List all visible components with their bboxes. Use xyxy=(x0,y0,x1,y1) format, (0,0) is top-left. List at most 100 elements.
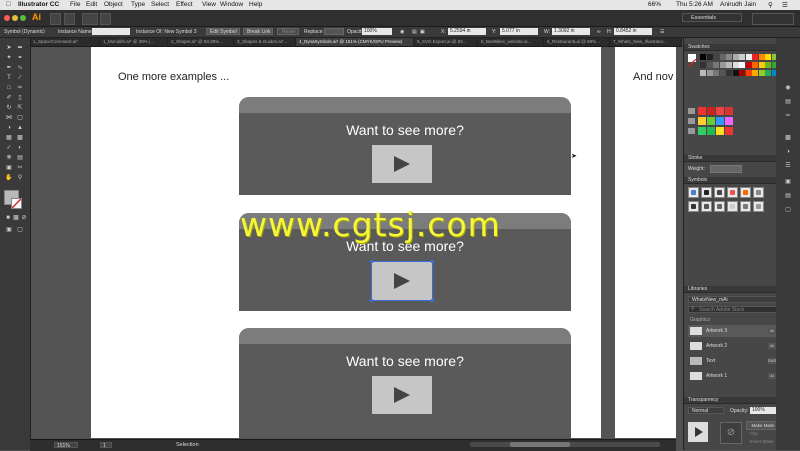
color-swatch[interactable] xyxy=(752,70,758,76)
transparency-opacity-field[interactable]: 100% xyxy=(750,407,776,414)
zoom-window-button[interactable] xyxy=(20,15,26,21)
artboard-tool-icon[interactable]: ▣ xyxy=(5,164,13,172)
color-swatch[interactable] xyxy=(716,127,724,135)
type-tool-icon[interactable]: T xyxy=(5,74,13,82)
color-swatch[interactable] xyxy=(726,54,732,60)
scrollbar-thumb[interactable] xyxy=(510,442,570,447)
h-field[interactable]: 0.8452 in xyxy=(614,28,652,35)
symbol-thumbnail[interactable] xyxy=(740,187,751,198)
color-swatch[interactable] xyxy=(765,70,771,76)
color-swatch[interactable] xyxy=(726,62,732,68)
selection-handle[interactable] xyxy=(431,299,434,302)
tab-dynasymbols[interactable]: 4_DynaSymbols.ai* @ 151% (CMYK/GPU Previ… xyxy=(296,38,414,46)
close-window-button[interactable] xyxy=(4,15,10,21)
color-swatch[interactable] xyxy=(745,54,752,60)
color-guide-icon[interactable]: ▤ xyxy=(784,98,792,106)
gradient-tool-icon[interactable]: ▩ xyxy=(16,134,24,142)
make-mask-button[interactable]: Make Mask xyxy=(746,421,780,430)
transform-icon[interactable]: ▣ xyxy=(420,29,425,35)
w-field[interactable]: 1.3092 in xyxy=(552,28,590,35)
free-transform-icon[interactable]: ▢ xyxy=(16,114,24,122)
menu-window[interactable]: Window xyxy=(220,1,243,8)
symbol-thumbnail[interactable] xyxy=(753,187,764,198)
library-item[interactable]: Artwork 1 Ai xyxy=(688,370,776,382)
more-options-icon[interactable]: ☰ xyxy=(660,29,664,35)
stroke-panel-header[interactable]: Stroke xyxy=(684,155,784,162)
color-swatch[interactable] xyxy=(739,70,745,76)
notifications-icon[interactable]: ☰ xyxy=(782,1,788,9)
gradient-panel-icon[interactable]: ▩ xyxy=(784,134,792,142)
line-tool-icon[interactable]: ∕ xyxy=(16,74,24,82)
color-swatch[interactable] xyxy=(758,70,765,76)
selection-handle[interactable] xyxy=(431,260,434,263)
mask-placeholder-icon[interactable]: ⊘ xyxy=(720,422,742,444)
symbols-panel-header[interactable]: Symbols xyxy=(684,177,784,184)
color-swatch[interactable] xyxy=(725,127,733,135)
user-name[interactable]: Anirudh Jain xyxy=(720,1,756,8)
curvature-tool-icon[interactable]: ∿ xyxy=(16,64,24,72)
zoom-tool-icon[interactable]: ⚲ xyxy=(16,174,24,182)
layers-panel-icon[interactable]: ☰ xyxy=(784,162,792,170)
instance-name-field[interactable] xyxy=(92,28,130,35)
search-icon[interactable]: ⚲ xyxy=(768,1,773,9)
menu-file[interactable]: File xyxy=(70,1,80,8)
color-swatch[interactable] xyxy=(732,62,739,68)
shaper-tool-icon[interactable]: ✐ xyxy=(5,94,13,102)
color-swatch[interactable] xyxy=(739,54,745,60)
symbol-thumbnail[interactable] xyxy=(727,201,738,212)
blend-tool-icon[interactable]: ◐ xyxy=(16,144,24,152)
video-card[interactable]: Want to see more? xyxy=(239,328,571,438)
color-swatch[interactable] xyxy=(707,127,715,135)
zoom-field[interactable]: 151% xyxy=(54,442,78,449)
align-panel-icon[interactable]: ▤ xyxy=(784,192,792,200)
color-panel-icon[interactable]: ◉ xyxy=(784,84,792,92)
color-swatch[interactable] xyxy=(700,62,706,68)
symbol-sprayer-icon[interactable]: ❋ xyxy=(5,154,13,162)
screen-mode-icon[interactable]: ▢ xyxy=(16,226,24,234)
color-swatch[interactable] xyxy=(713,70,719,76)
gradient-mode-icon[interactable]: ▩ xyxy=(12,214,20,222)
symbol-thumbnail[interactable] xyxy=(714,187,725,198)
stock-search-input[interactable]: Search Adobe Stock xyxy=(688,306,778,313)
tab-beebikes[interactable]: 6_BeeBikes_website.ai... xyxy=(478,38,544,46)
color-swatch[interactable] xyxy=(706,62,713,68)
color-swatch[interactable] xyxy=(745,62,752,68)
artboard-secondary[interactable]: And nov xyxy=(615,47,676,438)
menu-object[interactable]: Object xyxy=(104,1,123,8)
library-dropdown[interactable]: WhatsNew_mAi xyxy=(688,296,778,303)
color-swatch[interactable] xyxy=(725,107,733,115)
opacity-field[interactable]: 100% xyxy=(362,28,392,35)
tab-svg-export[interactable]: 5_SVG Export.ai @ 83... xyxy=(414,38,478,46)
magic-wand-icon[interactable]: ✦ xyxy=(5,54,13,62)
color-swatch[interactable] xyxy=(725,117,733,125)
library-item[interactable]: Text SVG xyxy=(688,355,776,367)
object-thumbnail[interactable] xyxy=(688,422,708,442)
tab-shaper[interactable]: 2_Shaper.ai* @ 93.28%... xyxy=(168,38,234,46)
symbol-thumbnail[interactable] xyxy=(688,201,699,212)
perspective-grid-icon[interactable]: ▲ xyxy=(16,124,24,132)
tab-restaurant[interactable]: 6_RestaurantLai @ 89%... xyxy=(544,38,610,46)
color-swatch[interactable] xyxy=(713,54,719,60)
symbol-thumbnail[interactable] xyxy=(701,201,712,212)
direct-selection-tool-icon[interactable]: ➥ xyxy=(16,44,24,52)
break-link-button[interactable]: Break Link xyxy=(243,28,273,35)
tab-monolith[interactable]: 1_Monolith.ai* @ 39% (... xyxy=(100,38,168,46)
color-swatch[interactable] xyxy=(758,54,765,60)
color-swatch[interactable] xyxy=(716,107,724,115)
play-button[interactable] xyxy=(372,376,432,414)
stroke-weight-field[interactable] xyxy=(710,165,742,173)
color-swatch[interactable] xyxy=(698,127,706,135)
blend-mode-dropdown[interactable]: Normal xyxy=(688,407,724,414)
rotate-tool-icon[interactable]: ↻ xyxy=(5,104,13,112)
eraser-icon[interactable]: ▯ xyxy=(16,94,24,102)
invert-mask-checkbox-label[interactable]: Invert Mask xyxy=(750,439,773,444)
selection-tool-icon[interactable]: ➤ xyxy=(5,44,13,52)
artboard-navigator[interactable]: 1 xyxy=(100,442,112,449)
menu-select[interactable]: Select xyxy=(151,1,169,8)
link-proportions-icon[interactable]: ∞ xyxy=(597,29,601,35)
menu-effect[interactable]: Effect xyxy=(176,1,193,8)
menu-app-name[interactable]: Illustrator CC xyxy=(18,1,59,8)
selection-handle[interactable] xyxy=(370,299,373,302)
symbol-thumbnail[interactable] xyxy=(740,201,751,212)
swatches-panel-header[interactable]: Swatches xyxy=(684,44,784,51)
